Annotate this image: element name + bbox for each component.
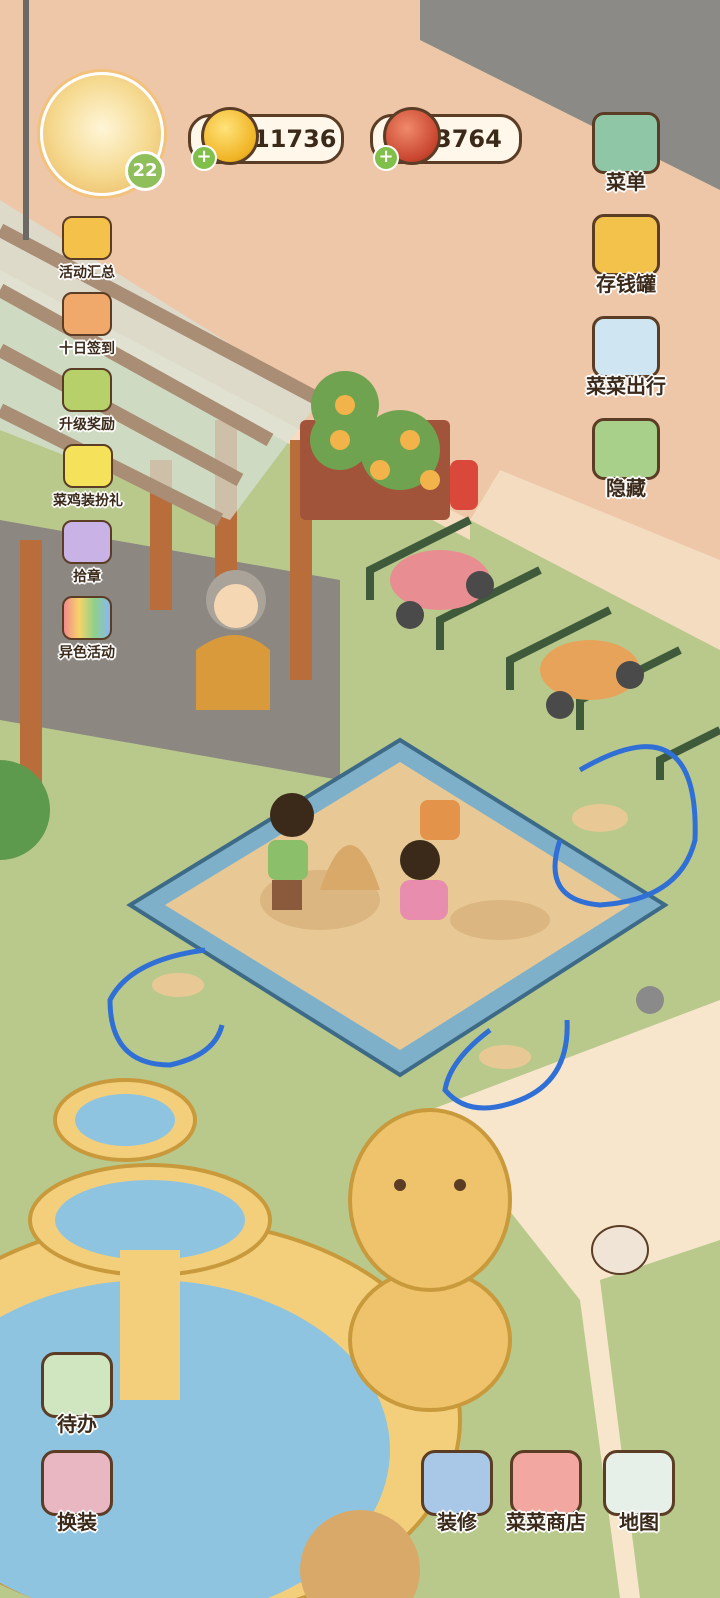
meat-counter[interactable]: + 3764 [370, 107, 522, 171]
checkin-label: 十日签到 [59, 341, 115, 357]
decorate-button[interactable]: 装修 [414, 1450, 500, 1542]
todo-label: 待办 [57, 1412, 97, 1436]
piggy-bank-button[interactable]: 存钱罐 [586, 214, 666, 300]
drain [636, 986, 664, 1014]
player-avatar[interactable]: 22 [40, 72, 165, 196]
dress-up-button[interactable]: 换装 [34, 1450, 120, 1542]
sand-pile [479, 1045, 531, 1069]
rainbow-event-label: 异色活动 [59, 645, 115, 661]
bush [0, 760, 50, 860]
upgrade-reward-icon [62, 368, 112, 412]
coin-counter[interactable]: + 11736 [188, 107, 344, 171]
piggy-bank-label: 存钱罐 [596, 272, 656, 296]
chick-costume-icon [63, 444, 113, 488]
sand-pile [572, 804, 628, 832]
fire-hydrant [450, 460, 478, 510]
player-level-badge: 22 [125, 151, 165, 191]
rainbow-event-button[interactable]: 异色活动 [52, 596, 122, 662]
add-meat-icon[interactable]: + [373, 145, 399, 171]
checkin-button[interactable]: 十日签到 [52, 292, 122, 358]
map-button[interactable]: 地图 [596, 1450, 682, 1542]
todo-button[interactable]: 待办 [34, 1352, 120, 1444]
map-label: 地图 [619, 1510, 659, 1534]
event-summary-label: 活动汇总 [59, 265, 115, 281]
badge-icon [62, 520, 112, 564]
menu-label: 菜单 [606, 170, 646, 194]
sand-pile [152, 973, 204, 997]
travel-icon [592, 316, 660, 378]
menu-button[interactable]: 菜单 [586, 112, 666, 198]
event-summary-icon [62, 216, 112, 260]
menu-icon [592, 112, 660, 174]
decorate-label: 装修 [437, 1510, 477, 1534]
travel-button[interactable]: 菜菜出行 [580, 316, 672, 402]
sandbox [126, 737, 669, 1078]
checkin-icon [62, 292, 112, 336]
hide-label: 隐藏 [606, 476, 646, 500]
event-summary-button[interactable]: 活动汇总 [52, 216, 122, 282]
shop-label: 菜菜商店 [506, 1510, 586, 1534]
hide-icon [592, 418, 660, 480]
dress-up-label: 换装 [57, 1510, 97, 1534]
pigeon-character [591, 1225, 649, 1275]
orange-scooter [540, 640, 644, 719]
chick-costume-label: 菜鸡装扮礼 [53, 493, 123, 509]
piggy-bank-icon [592, 214, 660, 276]
badge-label: 拾章 [73, 569, 101, 585]
add-coin-icon[interactable]: + [191, 145, 217, 171]
upgrade-reward-label: 升级奖励 [59, 417, 115, 433]
upgrade-reward-button[interactable]: 升级奖励 [52, 368, 122, 434]
duck-statue [348, 1108, 512, 1412]
travel-label: 菜菜出行 [586, 374, 666, 398]
shop-button[interactable]: 菜菜商店 [500, 1450, 592, 1542]
badge-button[interactable]: 拾章 [52, 520, 122, 586]
chick-costume-button[interactable]: 菜鸡装扮礼 [52, 444, 124, 510]
rainbow-event-icon [62, 596, 112, 640]
hide-button[interactable]: 隐藏 [586, 418, 666, 504]
